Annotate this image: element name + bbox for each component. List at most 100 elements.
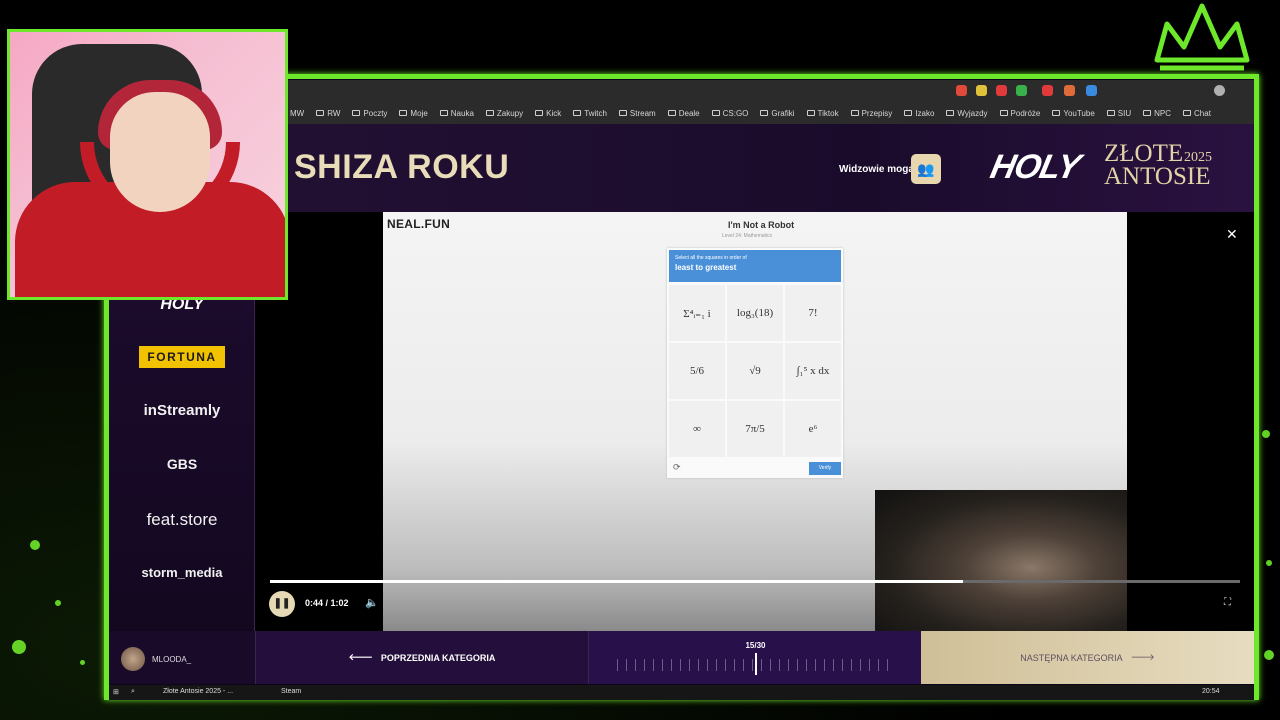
bookmark-label: Poczty xyxy=(363,108,388,118)
extension-icon[interactable] xyxy=(1086,85,1097,96)
next-category-label: NASTĘPNA KATEGORIA xyxy=(1020,652,1123,663)
folder-icon xyxy=(316,110,325,116)
folder-icon xyxy=(439,110,448,116)
progress-fill xyxy=(270,580,963,583)
pause-button[interactable]: ❚❚ xyxy=(269,591,295,617)
decor-splat xyxy=(1266,560,1272,566)
bookmark-item[interactable]: Grafiki xyxy=(760,109,795,118)
extension-icon[interactable] xyxy=(976,85,987,96)
bookmark-item[interactable]: YouTube xyxy=(1052,108,1095,118)
captcha-cell[interactable]: Σ⁴ᵢ₌₁ i xyxy=(669,285,725,341)
category-nav: MLOODA_ 🡐 POPRZEDNIA KATEGORIA 15/30 NAS… xyxy=(109,631,1254,684)
sponsor-instreamly[interactable]: inStreamly xyxy=(109,402,255,419)
arrow-right-icon: 🡒 xyxy=(1130,652,1155,662)
bookmark-label: Moje xyxy=(410,108,428,118)
bookmark-item[interactable]: Stream xyxy=(618,108,656,118)
bookmark-item[interactable]: Poczty xyxy=(352,109,387,118)
bookmark-item[interactable]: Podróże xyxy=(999,109,1040,118)
volume-icon[interactable]: 🔈 xyxy=(365,596,379,609)
bookmark-label: Tiktok xyxy=(817,108,839,118)
captcha-header: Select all the squares in order of least… xyxy=(669,250,841,282)
refresh-icon[interactable]: ⟳ xyxy=(673,462,681,473)
folder-icon xyxy=(711,110,720,116)
captcha-cell[interactable]: log₃(18) xyxy=(727,285,783,341)
bookmark-item[interactable]: Wyjazdy xyxy=(946,109,988,118)
captcha-box: Select all the squares in order of least… xyxy=(667,248,843,478)
extension-icon[interactable] xyxy=(1064,85,1075,96)
captcha-cell[interactable]: 5/6 xyxy=(669,343,725,399)
folder-icon xyxy=(535,110,544,116)
bookmark-label: Stream xyxy=(629,108,656,118)
category-title: SHIZA ROKU xyxy=(294,148,510,186)
bookmark-label: Deale xyxy=(678,108,700,118)
site-logo: NEAL.FUN xyxy=(387,217,451,231)
bookmark-item[interactable]: Tiktok xyxy=(806,108,839,118)
category-counter: 15/30 xyxy=(588,631,921,684)
holy-logo: HOLY xyxy=(987,148,1084,186)
bookmark-item[interactable]: Izako xyxy=(904,109,934,118)
streamer-facecam xyxy=(7,29,288,300)
captcha-cell[interactable]: e⁶ xyxy=(785,401,841,457)
fullscreen-icon[interactable]: ⛶ xyxy=(1224,597,1231,608)
sponsor-fortuna[interactable]: FORTUNA xyxy=(109,346,255,368)
next-category-button[interactable]: NASTĘPNA KATEGORIA 🡒 xyxy=(921,631,1254,684)
bookmark-item[interactable]: RW xyxy=(316,109,340,118)
folder-icon xyxy=(1183,110,1192,116)
counter-text: 15/30 xyxy=(745,641,766,650)
face xyxy=(110,92,210,212)
extension-icon[interactable] xyxy=(1214,85,1225,96)
avatar[interactable] xyxy=(121,647,145,671)
windows-icon[interactable]: ⊞ xyxy=(113,688,119,696)
bookmark-item[interactable]: Nauka xyxy=(439,109,474,118)
bookmark-item[interactable]: SIU xyxy=(1106,109,1131,118)
bookmark-item[interactable]: CS:GO xyxy=(711,108,749,118)
bookmark-item[interactable]: Deale xyxy=(667,108,700,118)
captcha-cell[interactable]: 7! xyxy=(785,285,841,341)
bookmark-item[interactable]: Zakupy xyxy=(485,108,524,118)
viewers-button[interactable]: 👥 xyxy=(911,154,941,184)
extension-icon[interactable] xyxy=(1016,85,1027,96)
folder-icon xyxy=(1106,110,1115,116)
decor-splat xyxy=(1264,650,1274,660)
bookmark-item[interactable]: Twitch xyxy=(573,109,607,118)
extension-icon[interactable] xyxy=(956,85,967,96)
user-name: MLOODA_ xyxy=(152,655,192,664)
folder-icon xyxy=(485,110,494,116)
bookmarks-bar: MW RW Poczty Moje Nauka Zakupy Kick Twitch Strea… xyxy=(286,102,1254,124)
decor-splat xyxy=(1262,430,1270,438)
time-display: 0:44 / 1:02 xyxy=(305,598,349,608)
captcha-cell[interactable]: ∞ xyxy=(669,401,725,457)
sponsor-featstore[interactable]: feat.store xyxy=(109,510,255,530)
crown-icon xyxy=(1154,3,1250,71)
bookmark-label: YouTube xyxy=(1063,108,1095,118)
extension-icon[interactable] xyxy=(996,85,1007,96)
pause-icon: ❚❚ xyxy=(273,598,291,609)
sponsor-fortuna-label: FORTUNA xyxy=(139,346,225,368)
captcha-cell[interactable]: √9 xyxy=(727,343,783,399)
progress-bar[interactable] xyxy=(270,580,1240,583)
captcha-cell[interactable]: ∫₁⁵ x dx xyxy=(785,343,841,399)
decor-splat xyxy=(12,640,26,654)
extension-icon[interactable] xyxy=(1042,85,1053,96)
verify-button[interactable]: Verify xyxy=(809,462,841,475)
taskbar-item-browser[interactable]: Złote Antosie 2025 - ... xyxy=(163,688,233,695)
prev-category-button[interactable]: 🡐 POPRZEDNIA KATEGORIA xyxy=(255,631,588,684)
taskbar-item-steam[interactable]: Steam xyxy=(281,688,301,695)
bookmark-label: Zakupy xyxy=(496,108,524,118)
close-icon[interactable]: ✕ xyxy=(1226,226,1238,243)
bookmark-item[interactable]: MW xyxy=(290,109,304,118)
search-icon[interactable]: ⌕ xyxy=(131,688,135,696)
sponsor-gbs[interactable]: GBS xyxy=(109,456,255,472)
bookmark-label: MW xyxy=(290,108,305,118)
sponsor-stormmedia[interactable]: storm_media xyxy=(109,565,255,580)
captcha-cell[interactable]: 7π/5 xyxy=(727,401,783,457)
folder-icon xyxy=(806,110,815,116)
bookmark-item[interactable]: NPC xyxy=(1143,109,1171,118)
bookmark-label: CS:GO xyxy=(722,108,749,118)
bookmark-label: Chat xyxy=(1194,108,1211,118)
captcha-title: I'm Not a Robot xyxy=(728,220,795,230)
bookmark-item[interactable]: Moje xyxy=(399,108,428,118)
bookmark-item[interactable]: Chat xyxy=(1183,109,1211,118)
bookmark-item[interactable]: Przepisy xyxy=(850,109,892,118)
bookmark-item[interactable]: Kick xyxy=(535,109,561,118)
